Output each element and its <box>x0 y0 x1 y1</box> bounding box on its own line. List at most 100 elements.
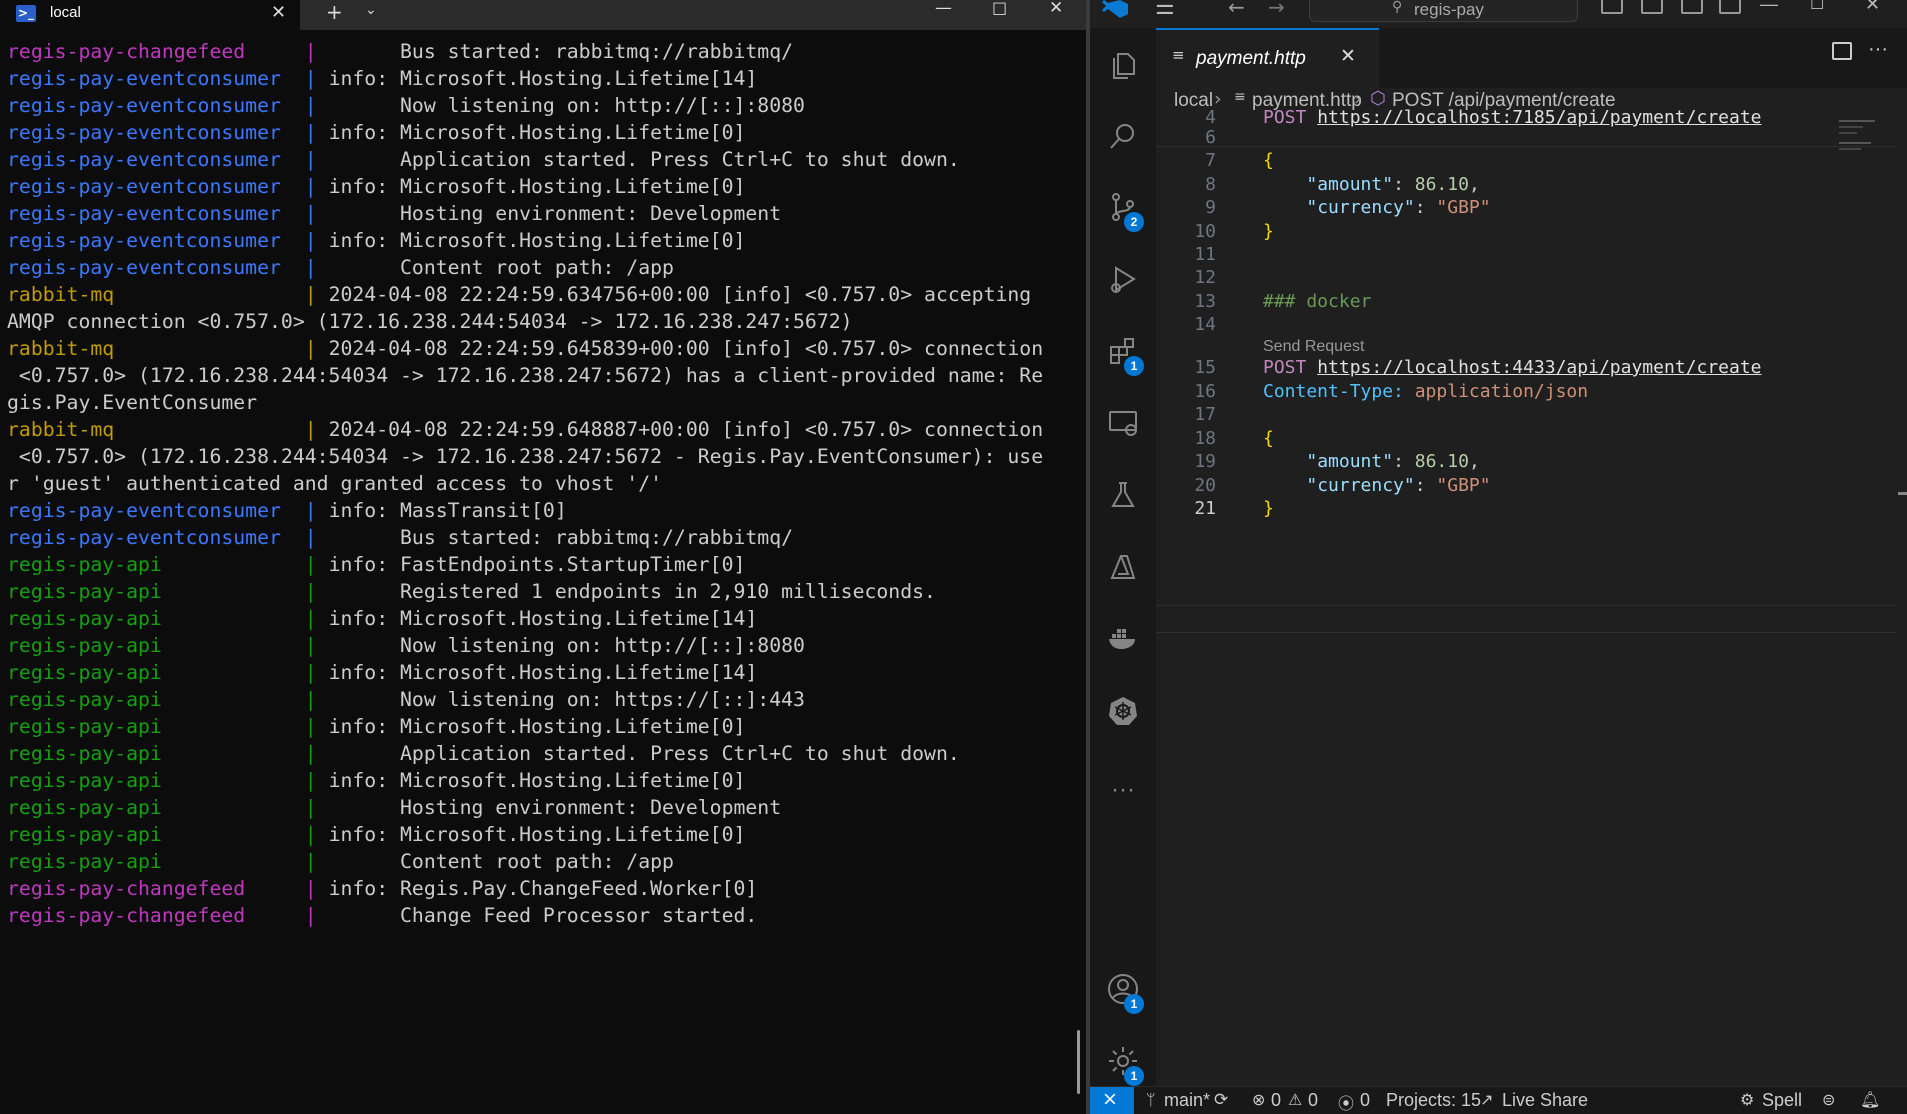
service-name: regis-pay-eventconsumer <box>7 256 305 279</box>
settings-badge: 1 <box>1124 1066 1144 1086</box>
toggle-panel-icon[interactable] <box>1641 0 1663 14</box>
line-number: 6 <box>1205 127 1216 148</box>
editor-tab-payment-http[interactable]: ≡ payment.http ✕ <box>1156 28 1379 88</box>
log-message: info: Microsoft.Hosting.Lifetime[14] <box>328 67 758 90</box>
line-separator: | <box>304 553 329 576</box>
overview-ruler-marker <box>1898 492 1907 495</box>
code-line[interactable]: "currency": "GBP" <box>1263 475 1490 496</box>
code-line[interactable]: POST https://localhost:4433/api/payment/… <box>1263 357 1762 378</box>
notifications-bell-icon[interactable]: 🔔︎ <box>1860 1090 1880 1109</box>
service-name: regis-pay-eventconsumer <box>7 175 305 198</box>
service-name: regis-pay-api <box>7 553 305 576</box>
maximize-icon[interactable]: ☐ <box>992 0 1007 20</box>
vscode-titlebar: ☰ ← → ⚲ regis-pay — ☐ ✕ <box>1090 0 1907 28</box>
code-line[interactable]: ### docker <box>1263 291 1371 312</box>
code-line[interactable]: "amount": 86.10, <box>1263 451 1479 472</box>
kubernetes-icon[interactable] <box>1106 694 1140 728</box>
terminal-line: regis-pay-changefeed | Bus started: rabb… <box>7 38 1077 65</box>
close-window-icon[interactable]: ✕ <box>1865 0 1880 15</box>
line-separator: | <box>304 229 329 252</box>
live-share-label[interactable]: Live Share <box>1502 1090 1588 1111</box>
warning-count[interactable]: 0 <box>1308 1090 1318 1111</box>
code-line[interactable]: POST https://localhost:7185/api/payment/… <box>1263 107 1762 128</box>
terminal-line: regis-pay-eventconsumer | Content root p… <box>7 254 1077 281</box>
terminal-line: <0.757.0> (172.16.238.244:54034 -> 172.1… <box>7 362 1077 389</box>
spell-label[interactable]: Spell <box>1762 1090 1802 1111</box>
close-window-icon[interactable]: ✕ <box>1049 0 1063 18</box>
terminal-line: regis-pay-api | Now listening on: https:… <box>7 686 1077 713</box>
line-separator: | <box>304 526 329 549</box>
line-number: 18 <box>1194 428 1216 449</box>
more-icon[interactable]: ··· <box>1106 776 1140 810</box>
terminal-line: gis.Pay.EventConsumer <box>7 389 1077 416</box>
code-editor[interactable]: 4 POST https://localhost:7185/api/payment… <box>1156 107 1856 1078</box>
testing-icon[interactable] <box>1106 478 1140 512</box>
close-tab-icon[interactable]: ✕ <box>271 2 286 23</box>
vscode-logo-icon <box>1102 0 1128 18</box>
forward-arrow-icon[interactable]: → <box>1268 0 1285 19</box>
copilot-icon[interactable]: ⊜ <box>1822 1090 1835 1109</box>
terminal-scrollbar[interactable] <box>1077 1030 1080 1094</box>
code-line[interactable]: } <box>1263 221 1274 242</box>
remote-icon: ⨯ <box>1102 1088 1118 1110</box>
code-line[interactable]: } <box>1263 498 1274 519</box>
projects-count[interactable]: Projects: 15 <box>1386 1090 1481 1111</box>
line-separator: | <box>304 823 329 846</box>
toggle-secondary-sidebar-icon[interactable] <box>1681 0 1703 14</box>
command-center-search[interactable]: ⚲ regis-pay <box>1309 0 1578 22</box>
send-request-codelens[interactable]: Send Request <box>1263 338 1364 356</box>
service-name: regis-pay-api <box>7 580 305 603</box>
service-name: regis-pay-api <box>7 634 305 657</box>
minimize-icon[interactable]: — <box>1760 0 1778 15</box>
line-separator: | <box>304 40 329 63</box>
terminal-line: regis-pay-eventconsumer | info: Microsof… <box>7 173 1077 200</box>
line-separator: | <box>304 742 329 765</box>
close-tab-icon[interactable]: ✕ <box>1340 45 1356 67</box>
accounts-badge: 1 <box>1124 994 1144 1014</box>
back-arrow-icon[interactable]: ← <box>1228 0 1245 19</box>
explorer-icon[interactable] <box>1106 48 1140 82</box>
chevron-down-icon[interactable]: ⌄ <box>365 2 377 18</box>
service-name: rabbit-mq <box>7 418 305 441</box>
menu-icon[interactable]: ☰ <box>1155 0 1175 20</box>
code-line[interactable]: "amount": 86.10, <box>1263 174 1479 195</box>
error-count[interactable]: 0 <box>1271 1090 1281 1111</box>
log-message: Now listening on: https://[::]:443 <box>328 688 805 711</box>
toggle-sidebar-icon[interactable] <box>1601 0 1623 14</box>
terminal-output[interactable]: regis-pay-changefeed | Bus started: rabb… <box>7 38 1077 929</box>
code-line[interactable]: Content-Type: application/json <box>1263 381 1588 402</box>
remote-explorer-icon[interactable] <box>1106 406 1140 440</box>
customize-layout-icon[interactable] <box>1719 0 1741 14</box>
maximize-icon[interactable]: ☐ <box>1810 0 1824 13</box>
service-name: regis-pay-eventconsumer <box>7 526 305 549</box>
branch-name[interactable]: main* <box>1164 1090 1210 1111</box>
code-line[interactable]: { <box>1263 428 1274 449</box>
log-message: Application started. Press Ctrl+C to shu… <box>328 148 960 171</box>
code-line[interactable]: "currency": "GBP" <box>1263 197 1490 218</box>
log-message: <0.757.0> (172.16.238.244:54034 -> 172.1… <box>7 364 1044 387</box>
line-separator: | <box>304 283 329 306</box>
remote-indicator[interactable]: ⨯ <box>1090 1087 1134 1114</box>
azure-icon[interactable] <box>1106 550 1140 584</box>
terminal-tab[interactable]: >_ local ✕ <box>0 0 300 30</box>
log-message: Hosting environment: Development <box>328 202 782 225</box>
log-message: Hosting environment: Development <box>328 796 782 819</box>
more-actions-icon[interactable]: ··· <box>1868 38 1888 61</box>
search-icon[interactable] <box>1106 120 1140 154</box>
file-lines-icon: ≡ <box>1172 46 1185 64</box>
terminal-line: regis-pay-api | info: Microsoft.Hosting.… <box>7 767 1077 794</box>
minimap[interactable] <box>1835 118 1895 1078</box>
line-separator: | <box>304 769 329 792</box>
ports-count[interactable]: 0 <box>1360 1090 1370 1111</box>
minimize-icon[interactable]: — <box>935 0 952 18</box>
sync-icon[interactable]: ⟳ <box>1214 1090 1228 1110</box>
line-separator: | <box>304 499 329 522</box>
log-message: Registered 1 endpoints in 2,910 millisec… <box>328 580 936 603</box>
docker-icon[interactable] <box>1106 622 1140 656</box>
new-tab-button[interactable]: + <box>326 0 343 24</box>
run-debug-icon[interactable] <box>1106 262 1140 296</box>
service-name: regis-pay-eventconsumer <box>7 202 305 225</box>
split-editor-icon[interactable] <box>1832 42 1852 60</box>
code-line[interactable]: { <box>1263 150 1274 171</box>
file-lines-icon: ≡ <box>1234 89 1246 105</box>
